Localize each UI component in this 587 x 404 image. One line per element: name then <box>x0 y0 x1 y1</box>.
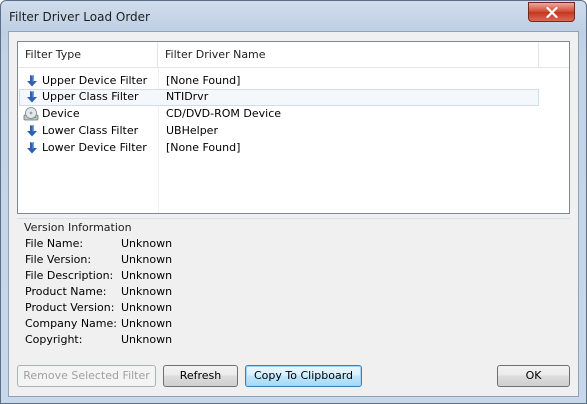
title-bar[interactable]: Filter Driver Load Order <box>1 1 586 31</box>
filter-type-cell: Upper Class Filter <box>42 90 139 103</box>
filter-name-cell: UBHelper <box>166 124 218 137</box>
refresh-button[interactable]: Refresh <box>163 365 238 387</box>
dialog-body: Filter Type Filter Driver Name Upper Dev… <box>8 31 579 397</box>
down-arrow-icon <box>27 142 37 154</box>
list-item[interactable]: Device CD/DVD-ROM Device <box>19 106 539 123</box>
list-item[interactable]: Upper Device Filter [None Found] <box>19 73 539 90</box>
list-item-selected[interactable]: Upper Class Filter NTIDrvr <box>19 89 539 106</box>
remove-selected-filter-button[interactable]: Remove Selected Filter <box>17 365 156 387</box>
down-arrow-icon <box>27 125 37 137</box>
filter-list[interactable]: Filter Type Filter Driver Name Upper Dev… <box>17 41 570 214</box>
column-filler <box>539 42 569 68</box>
cd-drive-icon <box>23 107 39 121</box>
close-icon <box>545 6 558 18</box>
dialog-window: Filter Driver Load Order Filter Type Fil… <box>0 0 587 404</box>
filter-type-cell: Lower Class Filter <box>42 124 139 137</box>
column-filter-driver-name[interactable]: Filter Driver Name <box>158 42 539 68</box>
window-title: Filter Driver Load Order <box>9 10 150 24</box>
column-filter-type[interactable]: Filter Type <box>18 42 158 68</box>
down-arrow-icon <box>27 75 37 87</box>
copyright-value: Unknown <box>121 333 173 346</box>
close-button[interactable] <box>528 2 575 22</box>
file-name-label: File Name: <box>25 237 84 250</box>
filter-type-cell: Lower Device Filter <box>42 141 147 154</box>
filter-name-cell: NTIDrvr <box>166 90 209 103</box>
list-header: Filter Type Filter Driver Name <box>18 42 569 68</box>
file-description-label: File Description: <box>25 269 114 282</box>
file-description-value: Unknown <box>121 269 173 282</box>
filter-type-cell: Upper Device Filter <box>42 74 148 87</box>
filter-name-cell: [None Found] <box>166 74 241 87</box>
product-name-label: Product Name: <box>25 285 107 298</box>
down-arrow-icon <box>27 91 37 103</box>
ok-button[interactable]: OK <box>497 365 570 387</box>
file-name-value: Unknown <box>121 237 173 250</box>
filter-name-cell: [None Found] <box>166 141 241 154</box>
list-item[interactable]: Lower Class Filter UBHelper <box>19 123 539 140</box>
version-info-group: Version Information File Name: Unknown F… <box>17 218 570 351</box>
copy-to-clipboard-button[interactable]: Copy To Clipboard <box>245 365 362 387</box>
product-name-value: Unknown <box>121 285 173 298</box>
product-version-value: Unknown <box>121 301 173 314</box>
company-name-label: Company Name: <box>25 317 117 330</box>
filter-type-cell: Device <box>42 107 80 120</box>
company-name-value: Unknown <box>121 317 173 330</box>
file-version-value: Unknown <box>121 253 173 266</box>
copyright-label: Copyright: <box>25 333 83 346</box>
product-version-label: Product Version: <box>25 301 115 314</box>
file-version-label: File Version: <box>25 253 92 266</box>
list-item[interactable]: Lower Device Filter [None Found] <box>19 140 539 157</box>
version-info-title: Version Information <box>24 221 132 234</box>
filter-name-cell: CD/DVD-ROM Device <box>166 107 282 120</box>
